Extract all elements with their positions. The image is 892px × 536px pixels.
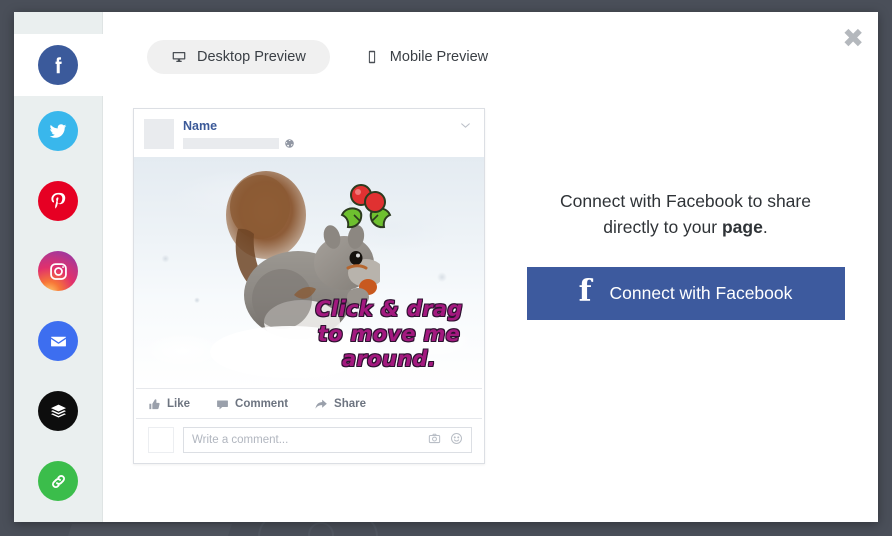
facebook-post-preview: Name Click & drag to move me around. Lik… [133,108,485,464]
mobile-phone-icon [364,49,380,65]
connect-message-part1: Connect with Facebook to share directly … [560,191,811,237]
chain-link-icon [38,461,78,501]
comment-placeholder: Write a comment... [192,434,289,446]
post-actions: Like Comment Share [136,388,482,418]
connect-message-part3: . [762,217,768,237]
tab-mobile-preview[interactable]: Mobile Preview [340,40,512,74]
connect-message-bold: page [721,217,763,237]
close-icon[interactable]: ✖ [842,26,864,52]
overlay-text-line-1: Click & drag [315,297,463,321]
post-timestamp-placeholder [183,138,279,149]
pinterest-icon [38,181,78,221]
like-label: Like [167,398,191,410]
connect-with-facebook-button[interactable]: f Connect with Facebook [526,267,845,320]
facebook-icon [38,45,78,85]
holly-berries-sticker[interactable] [334,179,398,237]
tab-desktop-preview-label: Desktop Preview [197,49,306,65]
globe-icon [284,138,295,149]
comment-label: Comment [235,398,289,410]
twitter-icon [38,111,78,151]
chevron-down-icon[interactable] [459,119,472,137]
sidebar-item-buffer[interactable] [14,376,103,446]
tab-mobile-preview-label: Mobile Preview [389,49,489,65]
comment-avatar [148,427,174,453]
comment-input[interactable]: Write a comment... [183,427,472,453]
speech-bubble-icon [217,399,228,409]
sidebar-item-instagram[interactable] [14,236,103,306]
share-button[interactable]: Share [314,397,366,411]
connect-message: Connect with Facebook to share directly … [536,188,836,240]
comment-button[interactable]: Comment [216,398,288,411]
post-author-name: Name [183,119,218,133]
envelope-icon [38,321,78,361]
sidebar-item-pinterest[interactable] [14,166,103,236]
background-page-artifact [68,524,232,536]
post-header: Name [134,109,484,157]
overlay-text-line-2: to move me [317,322,461,346]
draggable-overlay-text[interactable]: Click & drag to move me around. [304,297,474,372]
connect-panel: Connect with Facebook to share directly … [485,108,878,464]
instagram-icon [38,251,78,291]
facebook-f-icon: f [578,274,592,309]
preview-tabs: Desktop Preview Mobile Preview [103,12,878,74]
comment-composer: Write a comment... [136,418,482,463]
like-button[interactable]: Like [148,398,190,411]
social-preview-modal: ✖ Desktop Preview Mobile Preview Name Cl… [14,12,878,522]
overlay-text-line-3: around. [342,347,436,371]
sidebar-item-twitter[interactable] [14,96,103,166]
connect-button-label: Connect with Facebook [609,283,793,303]
emoji-smiley-icon[interactable] [450,432,463,448]
sidebar-item-link[interactable] [14,446,103,516]
desktop-monitor-icon [171,49,187,65]
camera-icon[interactable] [428,432,441,448]
sidebar-item-facebook[interactable] [14,34,103,96]
tab-desktop-preview[interactable]: Desktop Preview [147,40,330,74]
preview-body: Name Click & drag to move me around. Lik… [103,74,878,464]
share-arrow-icon [315,399,327,409]
avatar [144,119,174,149]
buffer-layers-icon [38,391,78,431]
modal-content: ✖ Desktop Preview Mobile Preview Name Cl… [103,12,878,522]
share-label: Share [334,398,367,410]
sidebar-item-email[interactable] [14,306,103,376]
thumbs-up-icon [149,398,160,409]
post-image: Click & drag to move me around. [134,157,484,388]
network-sidebar [14,12,103,522]
